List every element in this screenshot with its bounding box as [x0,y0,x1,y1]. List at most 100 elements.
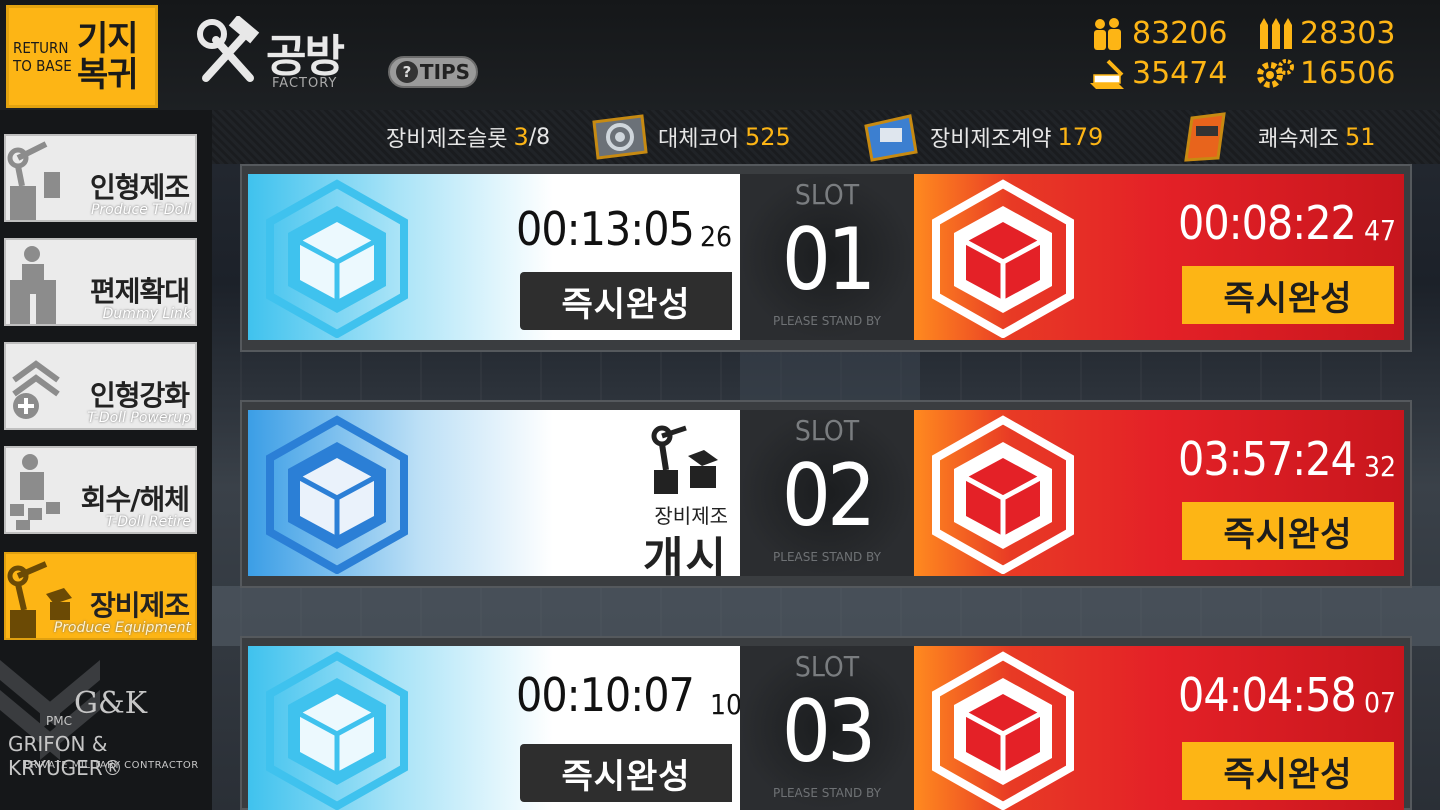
slot-01-left-instant-button[interactable]: 즉시완성 [520,272,732,330]
slot-standby: PLEASE STAND BY [773,314,881,328]
sidebar-label: 편제확대 [89,275,190,308]
slot-02-right-panel[interactable]: 03:57:24 32 즉시완성 [914,410,1404,576]
slot-01-right-timer: 00:08:22 [1178,196,1357,250]
core-icon [592,114,648,160]
slot-01-left-panel[interactable]: 00:13:05 26 즉시완성 [248,174,740,340]
manpower-value: 83206 [1132,16,1228,51]
sidebar-label: 장비제조 [89,589,190,622]
slot-02-start-label: 개시 [643,533,728,576]
slot-02-right-instant-button[interactable]: 즉시완성 [1182,502,1394,560]
contract-label: 장비제조계약 [930,127,1052,152]
slot-label: SLOT [794,650,860,683]
contract-icon [864,114,918,162]
core-value: 525 [744,123,791,151]
resource-rations: 35474 [1088,56,1227,91]
slot-03-left-timer: 00:10:07 [516,668,695,722]
gk-stripe-decoration [0,660,100,760]
sidebar-sublabel: T-Doll Retire [105,514,191,530]
production-slot-01: 00:13:05 26 즉시완성 SLOT 01 PLEASE STAND BY… [240,164,1412,352]
slot-03-right-sub: 07 [1364,686,1397,719]
parts-value: 16506 [1300,56,1396,91]
slot-03-label: SLOT 03 PLEASE STAND BY [740,646,914,810]
slot-03-left-instant-button[interactable]: 즉시완성 [520,744,732,802]
slot-02-label: SLOT 02 PLEASE STAND BY [740,410,914,576]
slot-01-left-sub: 26 [700,220,733,253]
sidebar-sublabel: Produce Equipment [53,620,191,636]
background-machinery [740,350,920,400]
ammo-value: 28303 [1300,16,1396,51]
gk-company-subtitle: PRIVATE MILITARY CONTRACTOR [24,760,199,771]
slot-standby: PLEASE STAND BY [773,786,881,800]
resource-ammo: 28303 [1256,16,1395,51]
slot-number: 01 [781,210,876,310]
slot-03-right-timer: 04:04:58 [1178,668,1357,722]
slot-label: SLOT [794,414,860,447]
slot-01-right-instant-button[interactable]: 즉시완성 [1182,266,1394,324]
production-slot-02: 장비제조 개시 SLOT 02 PLEASE STAND BY 03:57:24… [240,400,1412,588]
sidebar-item-produce-tdoll[interactable]: 인형제조 Produce T-Doll [4,134,197,222]
sidebar-item-produce-equipment[interactable]: 장비제조 Produce Equipment [4,552,197,640]
tips-button[interactable]: ? TIPS [388,56,478,88]
sidebar-item-tdoll-powerup[interactable]: 인형강화 T-Doll Powerup [4,342,197,430]
gk-company-name: GRIFON & KRYUGER® [8,732,123,780]
resource-parts: 16506 [1256,56,1395,91]
red-cube-icon [932,415,1074,574]
dolls-group-icon [10,246,56,324]
contract-item: 장비제조계약 179 [858,110,1103,164]
info-strip: 장비제조슬롯 3 /8 대체코어 525 장비제조계약 179 쾌속제조 51 [212,110,1440,164]
slot-number: 03 [781,682,876,782]
quick-production-value: 51 [1344,123,1376,151]
robot-arm-box-icon [651,425,718,494]
tips-label: TIPS [419,60,471,84]
sidebar: 인형제조 Produce T-Doll 편제확대 Dummy Link 인형강화… [0,110,212,810]
slot-02-right-timer: 03:57:24 [1178,432,1357,486]
slot-count-label: 장비제조슬롯 [386,127,508,152]
top-bar: RETURN TO BASE 기지 복귀 공방 FACTORY ? TIPS 8… [0,0,1440,110]
sidebar-label: 인형제조 [89,171,190,204]
slot-standby: PLEASE STAND BY [773,550,881,564]
page-title: 공방 [266,31,345,82]
sidebar-label: 회수/해체 [80,483,190,516]
return-ko-label: 기지 복귀 [77,18,139,95]
sidebar-sublabel: Dummy Link [102,306,191,322]
sidebar-item-tdoll-retire[interactable]: 회수/해체 T-Doll Retire [4,446,197,534]
blue-cube-icon [266,415,408,574]
slot-03-right-instant-button[interactable]: 즉시완성 [1182,742,1394,800]
slot-01-right-sub: 47 [1364,214,1397,247]
slot-01-left-timer: 00:13:05 [516,202,695,256]
hammer-wrench-icon [197,16,260,82]
powerup-plus-icon [12,360,60,419]
question-icon: ? [395,61,418,83]
quick-production-item: 쾌속제조 51 [1176,110,1376,164]
gk-pmc-text: PMC [46,714,72,728]
quick-production-icon [1184,112,1226,162]
slot-01-right-panel[interactable]: 00:08:22 47 즉시완성 [914,174,1404,340]
gk-logo-text: G&K [74,686,148,721]
return-en-label: RETURN TO BASE [13,38,72,75]
core-label: 대체코어 [658,127,739,152]
red-cube-icon [932,651,1074,810]
quick-production-label: 쾌속제조 [1258,127,1339,152]
sidebar-sublabel: T-Doll Powerup [87,410,191,426]
return-to-base-button[interactable]: RETURN TO BASE 기지 복귀 [6,5,158,108]
resource-manpower: 83206 [1088,16,1227,51]
parts-gear-icon [1257,58,1294,88]
cyan-cube-icon [266,179,408,338]
ammo-icon [1260,17,1292,49]
slot-count: 장비제조슬롯 3 /8 [386,110,550,164]
sidebar-sublabel: Produce T-Doll [90,202,191,218]
sidebar-item-dummy-link[interactable]: 편제확대 Dummy Link [4,238,197,326]
slot-number: 02 [781,446,876,546]
slot-used-value: 3 [513,123,529,151]
slot-label: SLOT [794,178,860,211]
slot-03-right-panel[interactable]: 04:04:58 07 즉시완성 [914,646,1404,810]
contract-value: 179 [1057,123,1104,151]
red-cube-icon [932,179,1074,338]
sidebar-label: 인형강화 [89,379,190,412]
page-subtitle: FACTORY [272,76,338,91]
cyan-cube-icon [266,651,408,810]
rations-icon [1090,59,1124,89]
slot-02-left-panel[interactable]: 장비제조 개시 [248,410,740,576]
robot-arm-icon [7,141,60,220]
slot-03-left-panel[interactable]: 00:10:07 10 즉시완성 [248,646,740,810]
